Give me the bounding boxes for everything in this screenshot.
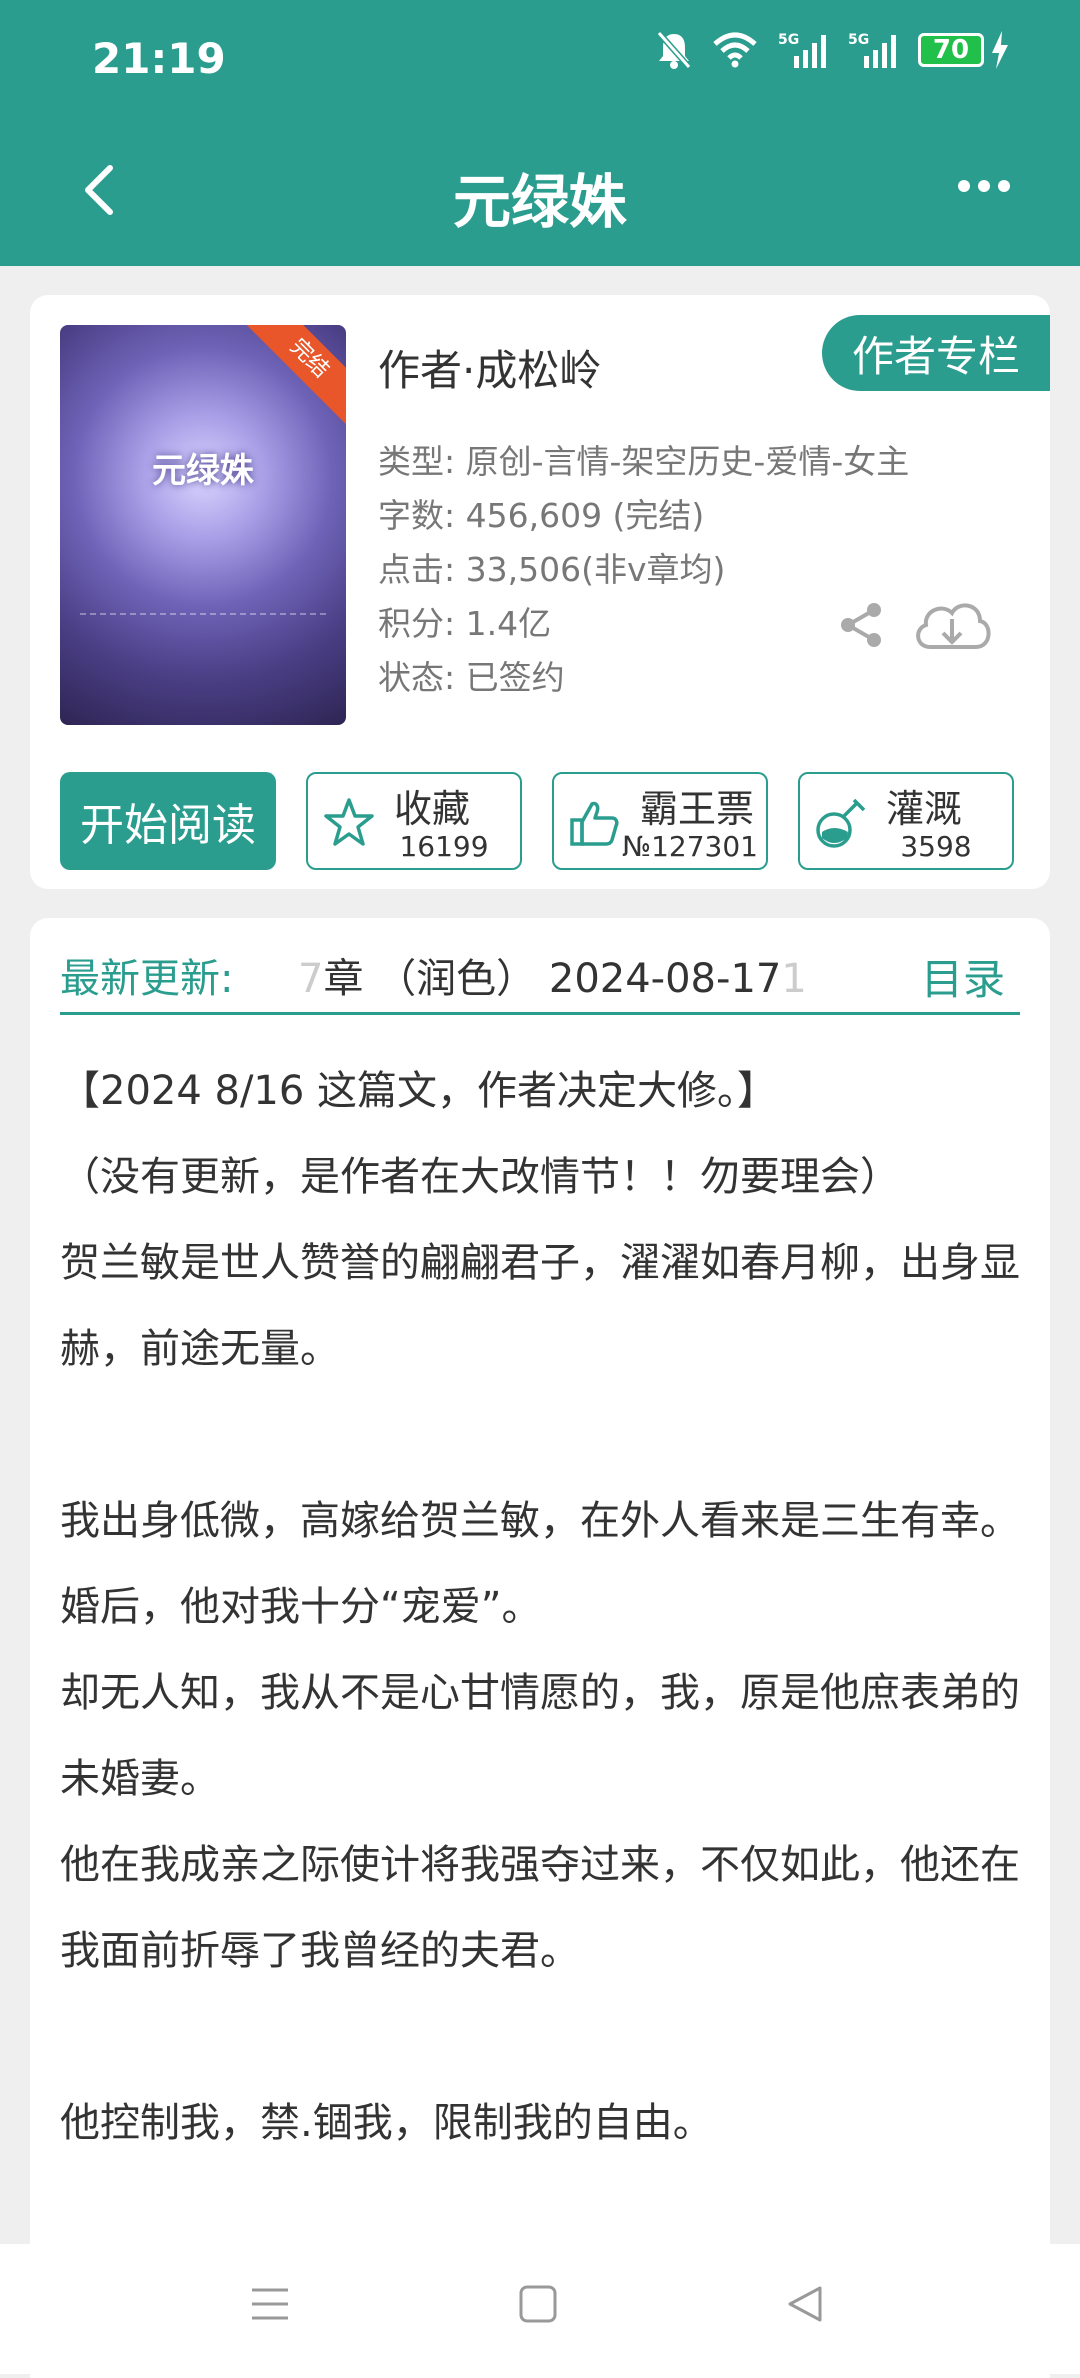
battery-indicator: 70 [918, 31, 1010, 69]
charging-icon [992, 31, 1008, 69]
status-time: 21:19 [92, 34, 226, 83]
latest-update-text[interactable]: 7章 （润色） 2024-08-171 [298, 946, 807, 1004]
synopsis-paragraph: 他控制我，禁.锢我，限制我的自由。 [60, 2100, 713, 2146]
signal-5g-icon-2: 5G [848, 32, 896, 68]
latest-update-faded-suffix: 1 [781, 956, 807, 1002]
synopsis-paragraph: 婚后，他对我十分“宠爱”。 [60, 1584, 542, 1630]
vote-button[interactable]: 霸王票 №127301 [552, 772, 768, 870]
collect-button[interactable]: 收藏 16199 [306, 772, 522, 870]
author-name[interactable]: 作者·成松岭 [378, 337, 601, 398]
wifi-icon [713, 32, 757, 68]
author-column-button[interactable]: 作者专栏 [822, 315, 1050, 391]
synopsis-paragraph: 他在我成亲之际使计将我强夺过来，不仅如此，他还在我面前折辱了我曾经的夫君。 [60, 1842, 1020, 1974]
book-info-card: 元绿姝 完结 作者·成松岭 作者专栏 类型: 原创-言情-架空历史-爱情-女主 … [30, 295, 1050, 889]
share-icon[interactable] [836, 600, 886, 650]
start-reading-button[interactable]: 开始阅读 [60, 772, 276, 870]
cover-title: 元绿姝 [152, 451, 254, 491]
dot [998, 180, 1010, 192]
svg-text:5G: 5G [848, 32, 869, 48]
water-button[interactable]: 灌溉 3598 [798, 772, 1014, 870]
status-icons: 5G 5G 70 [656, 30, 1010, 70]
synopsis-blank-line [60, 1994, 1020, 2080]
completed-badge: 完结 [241, 325, 346, 427]
page-title: 元绿姝 [452, 168, 627, 236]
synopsis-paragraph: 【2024 8/16 这篇文，作者决定大修。】 [60, 1068, 778, 1114]
book-cover[interactable]: 元绿姝 完结 [60, 325, 346, 725]
synopsis-paragraph: 我出身低微，高嫁给贺兰敏，在外人看来是三生有幸。 [60, 1498, 1020, 1544]
synopsis-paragraph: 却无人知，我从不是心甘情愿的，我，原是他庶表弟的未婚妻。 [60, 1670, 1020, 1802]
vote-count: №127301 [621, 830, 758, 863]
collect-label: 收藏 [394, 787, 471, 831]
meta-words: 字数: 456,609 (完结) [378, 496, 705, 535]
water-count: 3598 [900, 830, 972, 863]
menu-icon[interactable] [250, 2284, 290, 2324]
book-content-card: 最新更新: 7章 （润色） 2024-08-171 目录 【2024 8/16 … [30, 918, 1050, 2378]
latest-update-faded-prefix: 7 [298, 956, 324, 1002]
mute-icon [656, 31, 692, 69]
dot [978, 180, 990, 192]
synopsis-paragraph: （没有更新，是作者在大改情节！！勿要理会） [60, 1154, 900, 1200]
meta-type: 类型: 原创-言情-架空历史-爱情-女主 [378, 442, 910, 481]
latest-update-row[interactable]: 最新更新: 7章 （润色） 2024-08-171 目录 [60, 936, 1020, 1015]
collect-count: 16199 [399, 830, 489, 863]
download-cloud-icon[interactable] [910, 595, 994, 655]
battery-level: 70 [918, 33, 984, 67]
meta-points: 积分: 1.4亿 [378, 604, 552, 643]
vote-label: 霸王票 [640, 787, 755, 831]
book-meta: 类型: 原创-言情-架空历史-爱情-女主 字数: 456,609 (完结) 点击… [378, 435, 909, 705]
dot [958, 180, 970, 192]
system-navigation-bar [0, 2244, 1080, 2374]
cover-decoration [80, 613, 326, 695]
meta-status: 状态: 已签约 [378, 658, 565, 697]
latest-update-chapter: 章 （润色） 2024-08-17 [323, 956, 782, 1002]
table-of-contents-link[interactable]: 目录 [921, 946, 1005, 1007]
synopsis-paragraph: 贺兰敏是世人赞誉的翩翩君子，濯濯如春月柳，出身显赫，前途无量。 [60, 1240, 1020, 1372]
action-row: 开始阅读 收藏 16199 霸王票 №127301 灌溉 3598 [60, 772, 1020, 870]
signal-5g-icon: 5G [778, 32, 826, 68]
latest-update-label: 最新更新: [60, 956, 234, 1002]
book-synopsis: 【2024 8/16 这篇文，作者决定大修。】 （没有更新，是作者在大改情节！！… [60, 1048, 1020, 2166]
water-label: 灌溉 [886, 787, 963, 831]
app-header: 21:19 5G 5G 70 元绿姝 [0, 0, 1080, 266]
home-icon[interactable] [518, 2284, 558, 2324]
more-options-button[interactable] [958, 180, 1010, 192]
back-triangle-icon[interactable] [786, 2284, 826, 2324]
meta-clicks: 点击: 33,506(非v章均) [378, 550, 726, 589]
svg-text:5G: 5G [778, 32, 799, 48]
synopsis-blank-line [60, 1392, 1020, 1478]
